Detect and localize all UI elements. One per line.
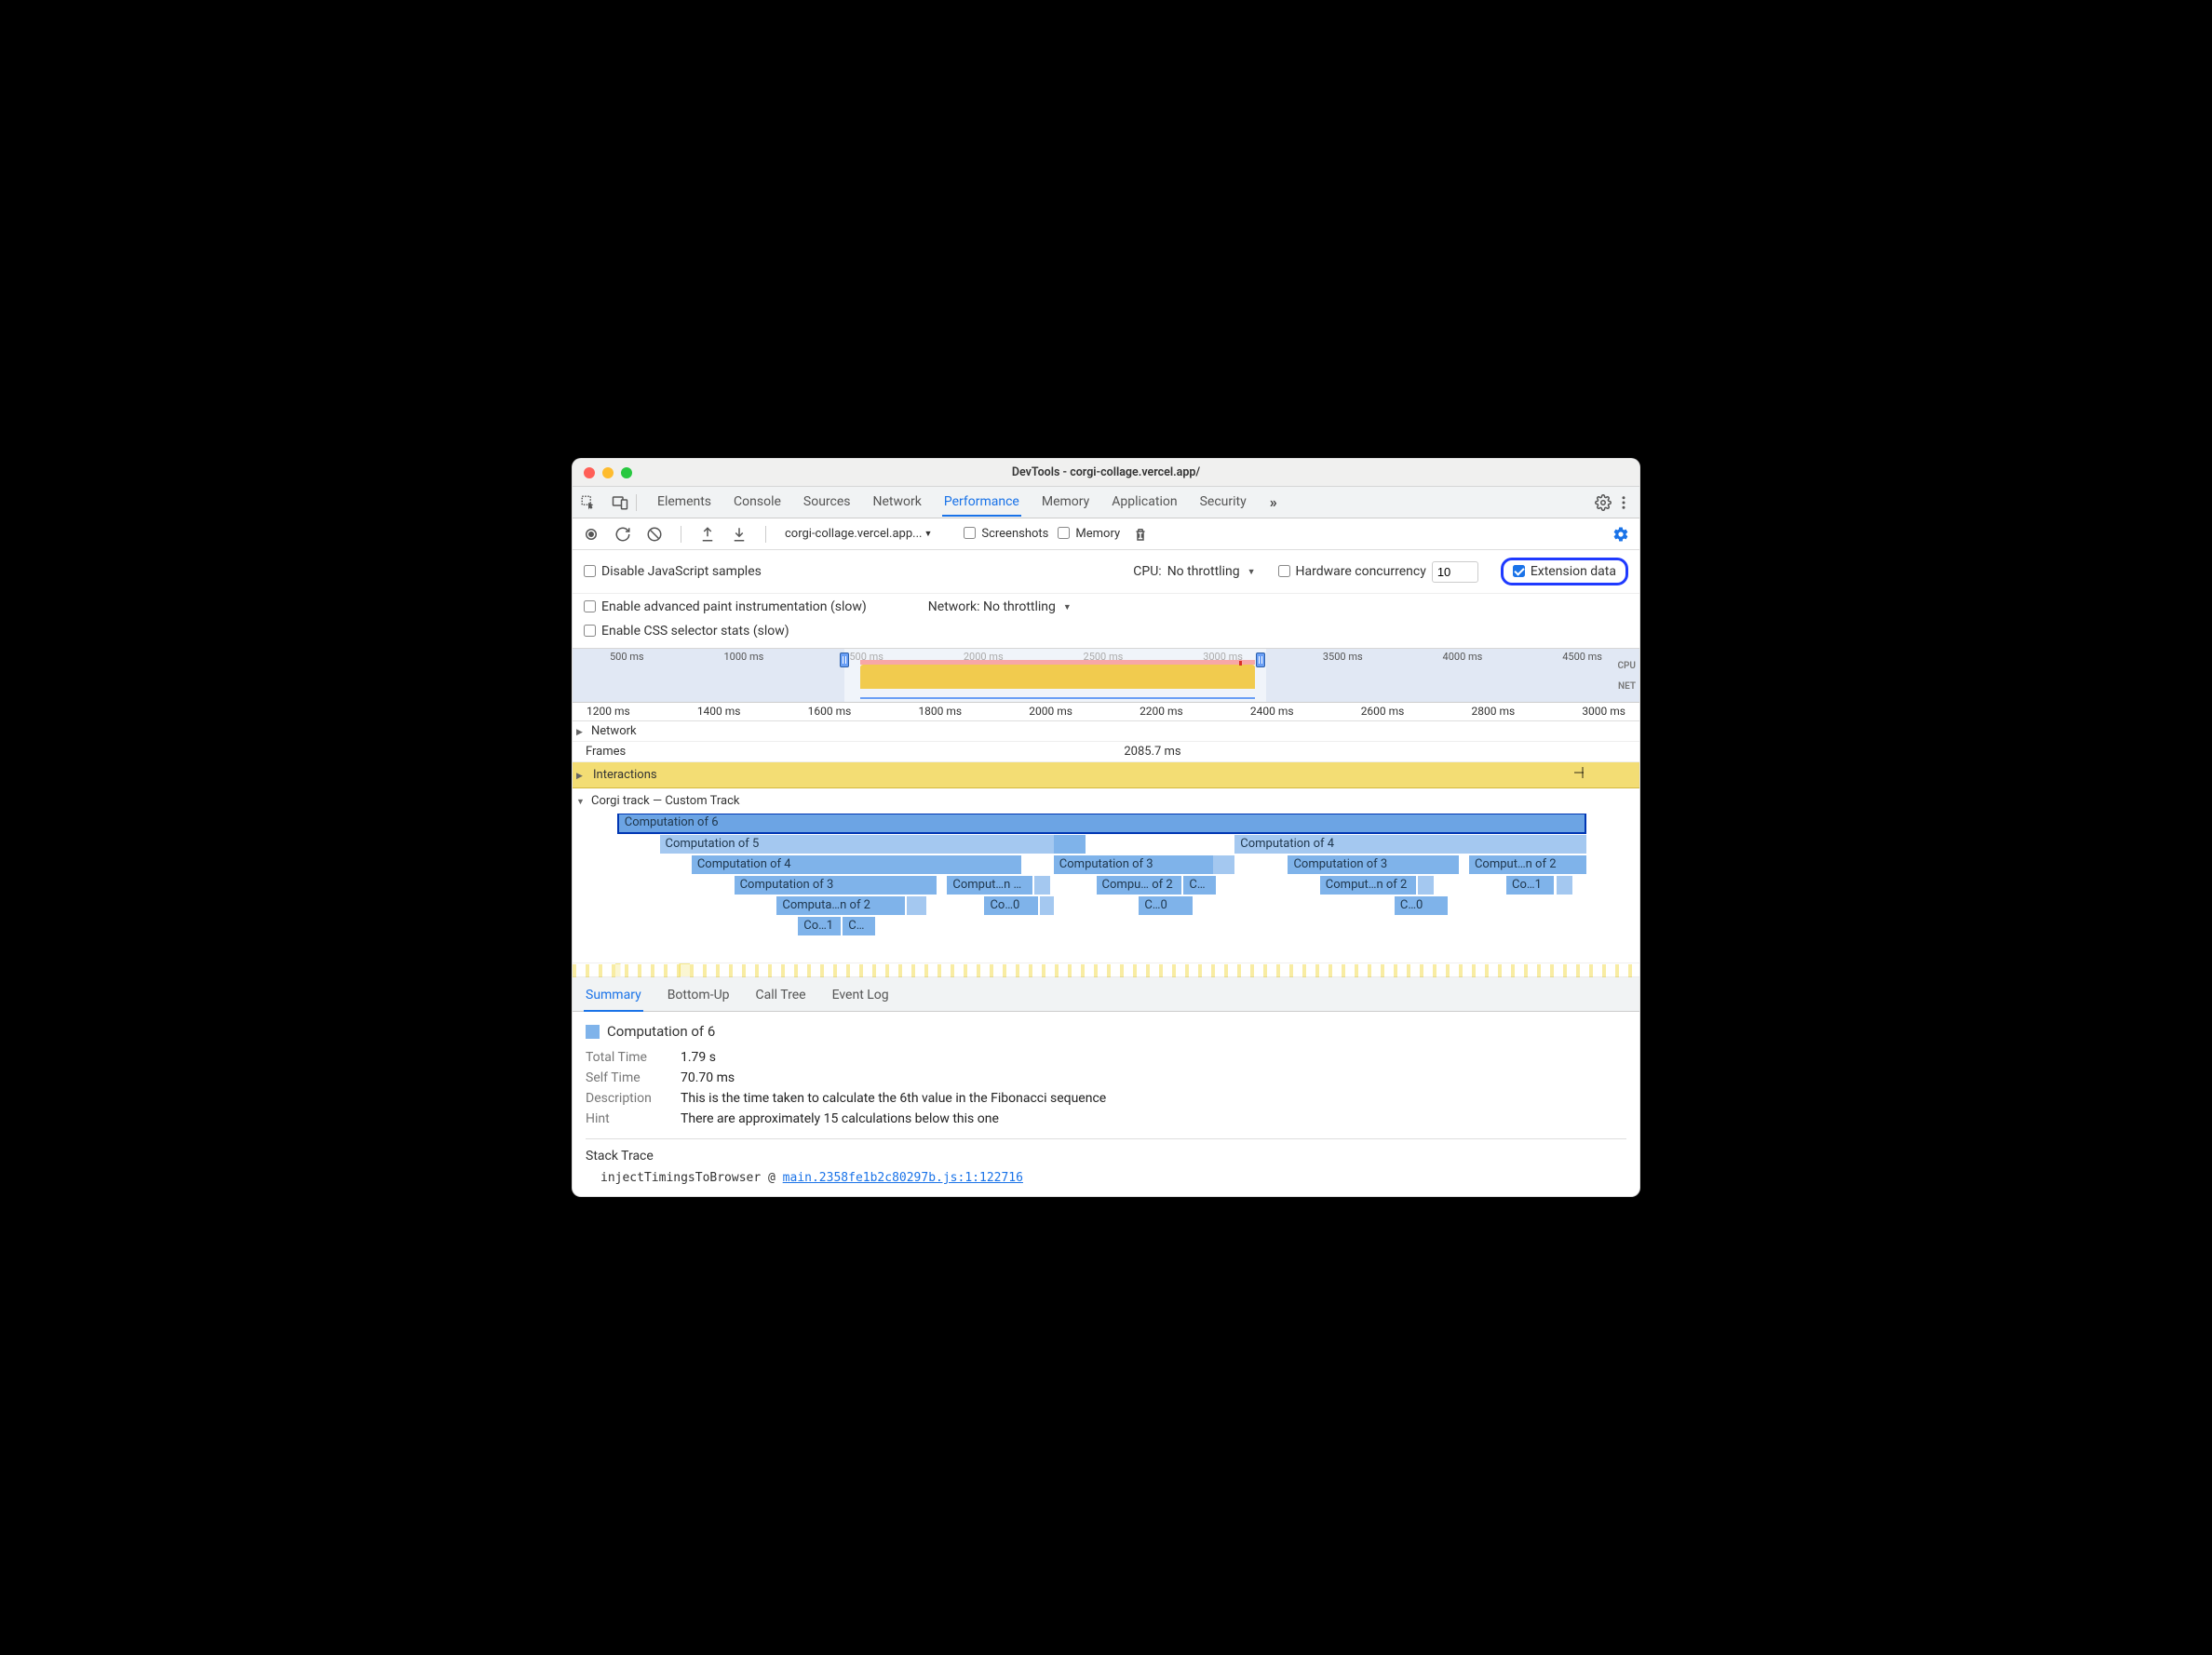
reload-record-button[interactable] [612, 523, 634, 545]
flame-entry[interactable]: Computation of 4 [1234, 835, 1586, 854]
flame-entry[interactable]: Compu… of 2 [1097, 876, 1182, 895]
devtools-tab-bar: Elements Console Sources Network Performance… [573, 487, 1639, 518]
advanced-paint-checkbox[interactable]: Enable advanced paint instrumentation (s… [584, 599, 867, 614]
network-label: Network: [928, 599, 980, 614]
hardware-concurrency-input[interactable] [1432, 561, 1478, 583]
window-title: DevTools - corgi-collage.vercel.app/ [573, 465, 1639, 479]
flame-entry[interactable]: C…0 [1139, 896, 1192, 915]
custom-track-header[interactable]: Corgi track — Custom Track [573, 788, 1639, 814]
total-time-value: 1.79 s [681, 1050, 716, 1065]
flame-entry[interactable]: C…0 [1395, 896, 1448, 915]
network-throttling-dropdown[interactable]: No throttling [983, 599, 1072, 614]
flame-entry[interactable] [1040, 896, 1054, 915]
flame-entry[interactable] [1213, 855, 1234, 874]
hardware-concurrency-checkbox[interactable]: Hardware concurrency [1278, 564, 1426, 579]
detail-tab-bottom-up[interactable]: Bottom-Up [666, 982, 732, 1011]
stack-trace-link[interactable]: main.2358fe1b2c80297b.js:1:122716 [783, 1171, 1023, 1185]
capture-settings-gear-icon[interactable] [1610, 523, 1632, 545]
frames-track[interactable]: Frames 2085.7 ms [573, 742, 1639, 762]
download-profile-icon[interactable] [728, 523, 750, 545]
detail-tab-event-log[interactable]: Event Log [830, 982, 891, 1011]
flame-entry[interactable]: Comput…n of 2 [1320, 876, 1416, 895]
cpu-label: CPU: [1133, 564, 1161, 579]
inspect-element-icon[interactable] [578, 492, 599, 513]
self-time-value: 70.70 ms [681, 1070, 735, 1085]
overview-right-handle[interactable] [1256, 653, 1265, 667]
detail-tab-call-tree[interactable]: Call Tree [754, 982, 808, 1011]
close-window-button[interactable] [584, 467, 595, 478]
extension-data-highlight: Extension data [1501, 558, 1628, 585]
overview-left-handle[interactable] [840, 653, 849, 667]
flame-entry[interactable]: Computation of 3 [735, 876, 937, 895]
tab-application[interactable]: Application [1110, 489, 1179, 516]
flame-entry[interactable]: Computation of 3 [1054, 855, 1214, 874]
tab-performance[interactable]: Performance [942, 489, 1021, 517]
flame-entry[interactable]: C… [843, 917, 874, 935]
performance-toolbar: corgi-collage.vercel.app... Screenshots … [573, 518, 1639, 550]
cpu-throttling-dropdown[interactable]: No throttling [1167, 564, 1256, 579]
flame-entry[interactable]: Computation of 6 [617, 814, 1586, 834]
detail-tab-summary[interactable]: Summary [584, 982, 643, 1012]
collect-garbage-icon[interactable] [1129, 523, 1152, 545]
tab-network[interactable]: Network [871, 489, 924, 516]
settings-gear-icon[interactable] [1593, 492, 1613, 513]
timeline-overview[interactable]: 500 ms1000 ms1500 ms2000 ms2500 ms3000 m… [573, 649, 1639, 703]
network-track-header[interactable]: Network [573, 721, 1639, 742]
extension-data-checkbox[interactable]: Extension data [1513, 564, 1616, 579]
flame-entry[interactable]: Co…0 [984, 896, 1037, 915]
interactions-track-header[interactable]: Interactions [573, 762, 1639, 788]
profile-selector[interactable]: corgi-collage.vercel.app... [781, 527, 936, 541]
entry-color-chip [586, 1025, 600, 1039]
flame-entry[interactable] [1034, 876, 1050, 895]
tab-memory[interactable]: Memory [1040, 489, 1091, 516]
flame-chart[interactable]: Computation of 6Computation of 5Computat… [573, 814, 1639, 962]
description-value: This is the time taken to calculate the … [681, 1091, 1106, 1106]
flame-entry[interactable]: Comput…n of 2 [947, 876, 1032, 895]
overflow-tabs-icon[interactable]: » [1263, 492, 1284, 513]
flame-entry[interactable]: Computation of 4 [692, 855, 1022, 874]
flame-entry[interactable]: Comput…n of 2 [1469, 855, 1586, 874]
tab-console[interactable]: Console [732, 489, 783, 516]
flame-entry[interactable]: Co…1 [1506, 876, 1554, 895]
tab-sources[interactable]: Sources [802, 489, 853, 516]
memory-checkbox[interactable]: Memory [1058, 527, 1120, 541]
minimize-window-button[interactable] [602, 467, 614, 478]
device-toolbar-icon[interactable] [610, 492, 630, 513]
kebab-menu-icon[interactable] [1613, 492, 1634, 513]
window-titlebar: DevTools - corgi-collage.vercel.app/ [573, 459, 1639, 487]
timeline-ruler[interactable]: 1200 ms1400 ms1600 ms1800 ms2000 ms2200 … [573, 703, 1639, 721]
flame-entry[interactable]: Computation of 3 [1288, 855, 1458, 874]
flame-entry[interactable] [1557, 876, 1572, 895]
cpu-overview-block [860, 665, 1255, 689]
maximize-window-button[interactable] [621, 467, 632, 478]
screenshots-checkbox[interactable]: Screenshots [964, 527, 1048, 541]
stack-trace-heading: Stack Trace [586, 1149, 1626, 1164]
flame-entry[interactable]: Co…1 [798, 917, 841, 935]
tab-elements[interactable]: Elements [655, 489, 713, 516]
flame-entry[interactable]: Computa…n of 2 [776, 896, 904, 915]
summary-entry-title: Computation of 6 [607, 1023, 715, 1040]
record-button[interactable] [580, 523, 602, 545]
flame-entry[interactable] [1418, 876, 1434, 895]
details-tab-bar: Summary Bottom-Up Call Tree Event Log [573, 977, 1639, 1012]
flame-entry[interactable] [907, 896, 926, 915]
flame-entry[interactable]: C… [1183, 876, 1215, 895]
clear-button[interactable] [643, 523, 666, 545]
upload-profile-icon[interactable] [696, 523, 719, 545]
disable-js-samples-checkbox[interactable]: Disable JavaScript samples [584, 564, 762, 579]
flame-entry[interactable]: Computation of 5 [660, 835, 1054, 854]
css-selector-stats-checkbox[interactable]: Enable CSS selector stats (slow) [584, 624, 789, 639]
flame-entry[interactable] [1054, 835, 1086, 854]
summary-panel: Computation of 6 Total Time1.79 s Self T… [573, 1012, 1639, 1196]
hint-value: There are approximately 15 calculations … [681, 1111, 999, 1126]
tab-security[interactable]: Security [1198, 489, 1248, 516]
